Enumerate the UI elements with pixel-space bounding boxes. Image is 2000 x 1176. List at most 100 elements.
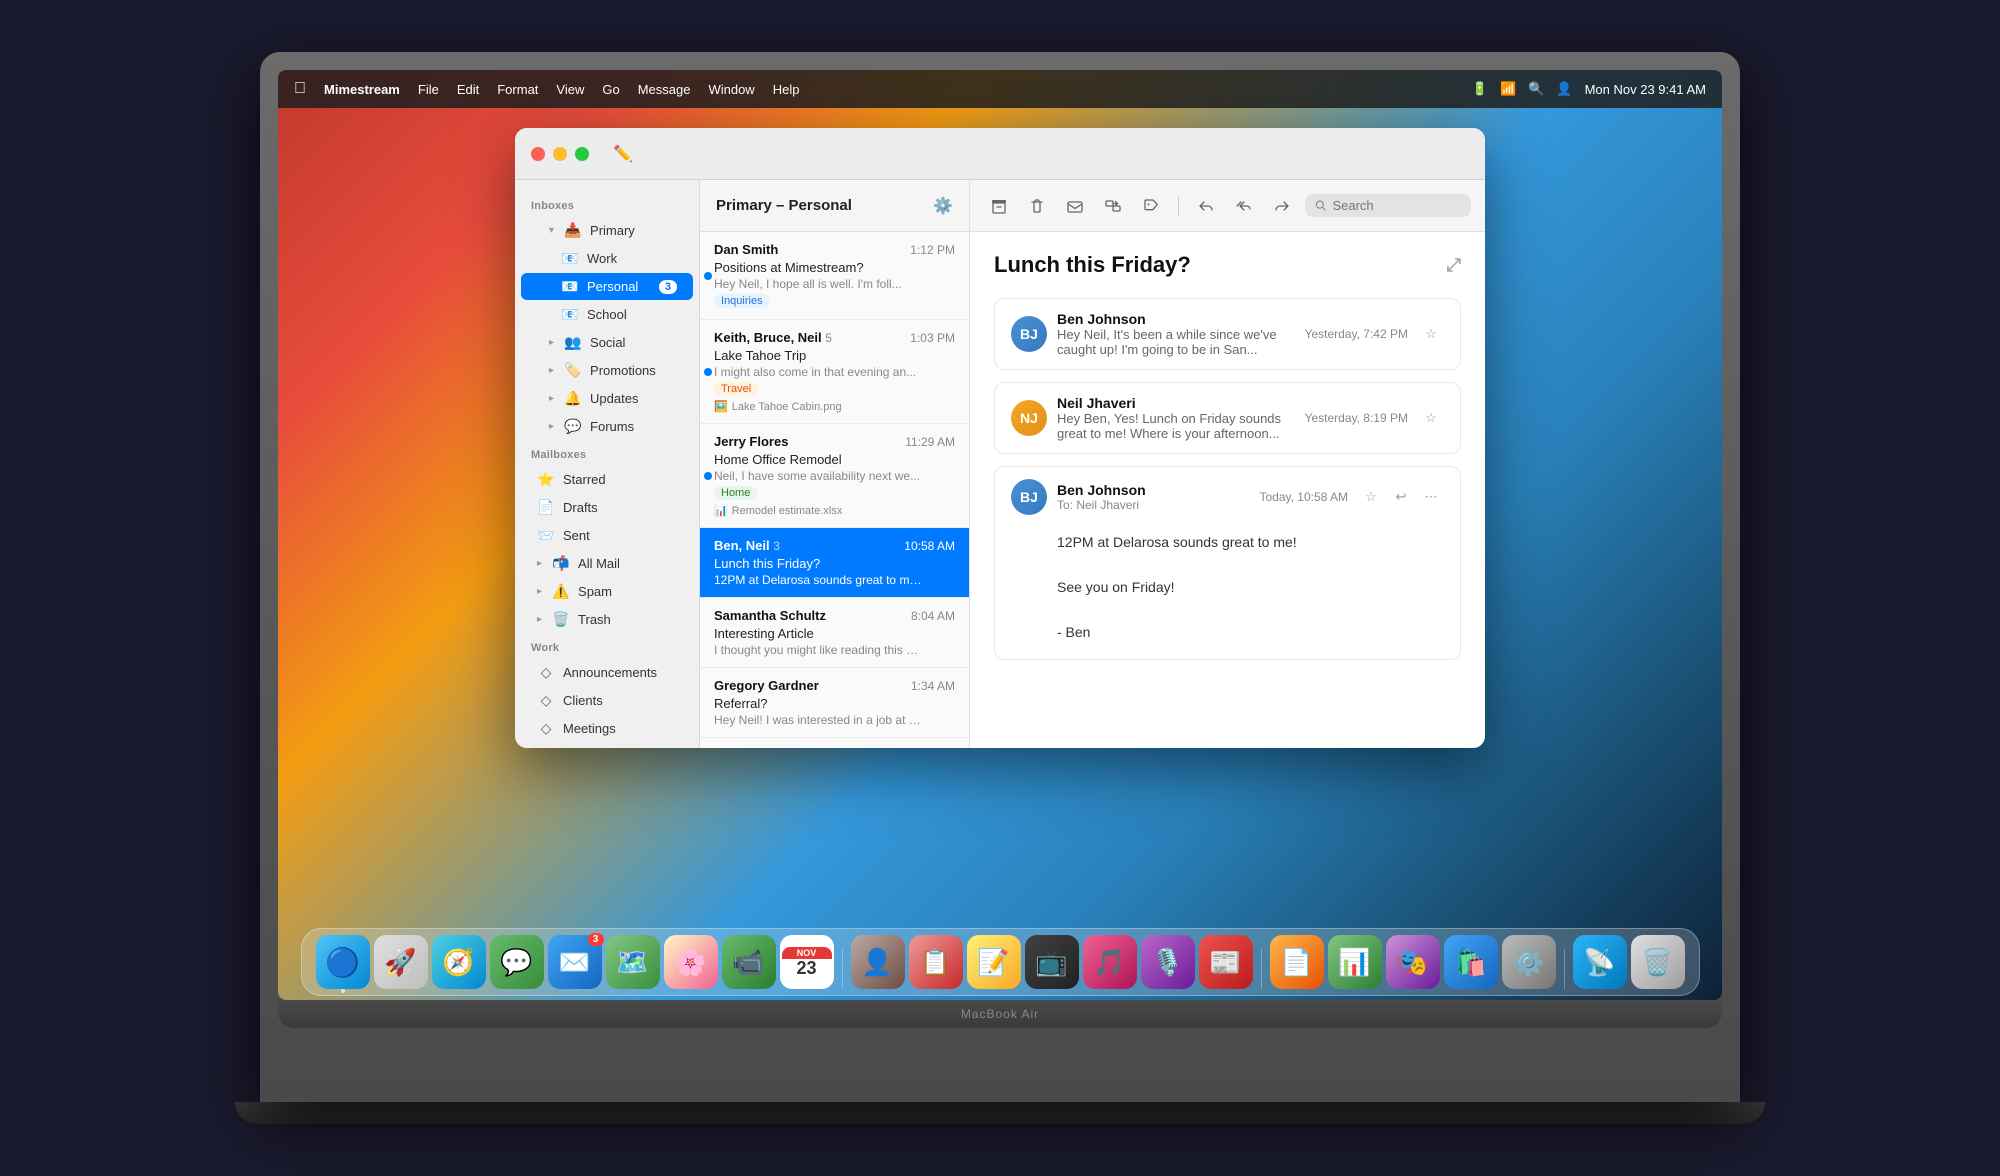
sidebar-item-promotions[interactable]: ▸ 🏷️ Promotions: [521, 357, 693, 384]
email-item-jerry-flores[interactable]: Jerry Flores 11:29 AM Home Office Remode…: [700, 424, 969, 528]
email-item-dan-smith[interactable]: Dan Smith 1:12 PM Positions at Mimestrea…: [700, 232, 969, 320]
dock-news[interactable]: 📰: [1199, 935, 1253, 989]
dock-safari[interactable]: 🧭: [432, 935, 486, 989]
sidebar-item-meetings[interactable]: ◇ Meetings: [521, 715, 693, 742]
sidebar-item-allmail[interactable]: ▸ 📬 All Mail: [521, 550, 693, 577]
thread-msg-body-2: 12PM at Delarosa sounds great to me! See…: [995, 527, 1460, 659]
sidebar-item-trash[interactable]: ▸ 🗑️ Trash: [521, 606, 693, 633]
star-btn-2[interactable]: ☆: [1358, 484, 1384, 510]
sidebar-item-primary[interactable]: ▾ 📥 Primary: [521, 217, 693, 244]
email-item-sara[interactable]: Sara Stewart Yesterday London hotel reco…: [700, 738, 969, 748]
label-button[interactable]: [1136, 191, 1166, 221]
dock-system-prefs[interactable]: ⚙️: [1502, 935, 1556, 989]
more-btn-2[interactable]: ⋯: [1418, 484, 1444, 510]
email-tag: Inquiries: [714, 294, 770, 308]
sidebar-item-personal[interactable]: 📧 Personal 3: [521, 273, 693, 300]
maximize-button[interactable]: [575, 147, 589, 161]
dock-launchpad[interactable]: 🚀: [374, 935, 428, 989]
menu-bar:  Mimestream File Edit Format View Go Me…: [278, 70, 1722, 108]
sidebar-item-updates[interactable]: ▸ 🔔 Updates: [521, 385, 693, 412]
sidebar-item-school[interactable]: 📧 School: [521, 301, 693, 328]
trash-icon: 🗑️: [552, 611, 570, 628]
forward-button[interactable]: [1267, 191, 1297, 221]
app-name-label[interactable]: Mimestream: [324, 82, 400, 97]
dock-maps[interactable]: 🗺️: [606, 935, 660, 989]
menu-edit[interactable]: Edit: [457, 82, 479, 97]
dock-trash[interactable]: 🗑️: [1631, 935, 1685, 989]
move-button[interactable]: [1098, 191, 1128, 221]
email-list-settings-icon[interactable]: ⚙️: [933, 196, 953, 216]
sidebar-item-work[interactable]: 📧 Work: [521, 245, 693, 272]
dock-numbers[interactable]: 📊: [1328, 935, 1382, 989]
sidebar-item-starred[interactable]: ⭐ Starred: [521, 466, 693, 493]
reply-button[interactable]: [1191, 191, 1221, 221]
archive-button[interactable]: [984, 191, 1014, 221]
email-item-samantha[interactable]: Samantha Schultz 8:04 AM Interesting Art…: [700, 598, 969, 668]
dock-separator-3: [1564, 949, 1565, 989]
search-icon[interactable]: 🔍: [1528, 81, 1544, 97]
reply-all-button[interactable]: [1229, 191, 1259, 221]
dock-mail[interactable]: ✉️ 3: [548, 935, 602, 989]
detail-expand-icon[interactable]: ⤢: [1447, 255, 1461, 276]
thread-msg-header-0[interactable]: BJ Ben Johnson Hey Neil, It's been a whi…: [995, 299, 1460, 369]
dock-tv[interactable]: 📺: [1025, 935, 1079, 989]
dock-messages[interactable]: 💬: [490, 935, 544, 989]
dock-calendar[interactable]: NOV 23: [780, 935, 834, 989]
thread-msg-actions-2: ☆ ↩ ⋯: [1358, 484, 1444, 510]
sidebar-item-projects[interactable]: ◇ Projects: [521, 743, 693, 748]
dock-photos[interactable]: 🌸: [664, 935, 718, 989]
compose-button[interactable]: ✏️: [607, 138, 639, 170]
sidebar-item-clients[interactable]: ◇ Clients: [521, 687, 693, 714]
thread-msg-header-2[interactable]: BJ Ben Johnson To: Neil Jhaveri Today, 1…: [995, 467, 1460, 527]
dock-notes[interactable]: 📝: [967, 935, 1021, 989]
detail-search[interactable]: [1305, 194, 1471, 217]
menu-window[interactable]: Window: [708, 82, 754, 97]
menu-go[interactable]: Go: [602, 82, 619, 97]
email-item-top: Gregory Gardner 1:34 AM: [714, 678, 955, 693]
email-item-ben-neil[interactable]: Ben, Neil 3 10:58 AM Lunch this Friday? …: [700, 528, 969, 598]
detail-search-input[interactable]: [1332, 198, 1461, 213]
dock-appstore[interactable]: 🛍️: [1444, 935, 1498, 989]
sidebar-item-spam[interactable]: ▸ ⚠️ Spam: [521, 578, 693, 605]
menu-message[interactable]: Message: [638, 82, 691, 97]
dock-podcasts[interactable]: 🎙️: [1141, 935, 1195, 989]
trash-button[interactable]: [1022, 191, 1052, 221]
star-btn-0[interactable]: ☆: [1418, 321, 1444, 347]
dock-finder[interactable]: 🔵: [316, 935, 370, 989]
email-item-keith-bruce-neil[interactable]: Keith, Bruce, Neil 5 1:03 PM Lake Tahoe …: [700, 320, 969, 424]
thread-msg-time-1: Yesterday, 8:19 PM: [1305, 411, 1408, 425]
mark-unread-button[interactable]: [1060, 191, 1090, 221]
user-icon[interactable]: 👤: [1556, 81, 1572, 97]
apple-logo-icon[interactable]: : [294, 80, 306, 98]
menu-format[interactable]: Format: [497, 82, 538, 97]
dock-pages[interactable]: 📄: [1270, 935, 1324, 989]
menu-file[interactable]: File: [418, 82, 439, 97]
sidebar-item-forums[interactable]: ▸ 💬 Forums: [521, 413, 693, 440]
dock-keynote[interactable]: 🎭: [1386, 935, 1440, 989]
minimize-button[interactable]: [553, 147, 567, 161]
dock-music[interactable]: 🎵: [1083, 935, 1137, 989]
sidebar-item-sent[interactable]: 📨 Sent: [521, 522, 693, 549]
dock-reminders[interactable]: 📋: [909, 935, 963, 989]
reply-btn-2[interactable]: ↩: [1388, 484, 1414, 510]
dock-dot: [341, 989, 345, 993]
menu-view[interactable]: View: [556, 82, 584, 97]
dock-contacts[interactable]: 👤: [851, 935, 905, 989]
star-btn-1[interactable]: ☆: [1418, 405, 1444, 431]
email-subject: Lake Tahoe Trip: [714, 348, 955, 363]
thread-msg-header-1[interactable]: NJ Neil Jhaveri Hey Ben, Yes! Lunch on F…: [995, 383, 1460, 453]
spam-label: Spam: [578, 584, 677, 599]
close-button[interactable]: [531, 147, 545, 161]
sent-label: Sent: [563, 528, 677, 543]
thread-msg-preview-0: Hey Neil, It's been a while since we've …: [1057, 327, 1295, 357]
menu-help[interactable]: Help: [773, 82, 800, 97]
sidebar-item-drafts[interactable]: 📄 Drafts: [521, 494, 693, 521]
dock-facetime[interactable]: 📹: [722, 935, 776, 989]
laptop-chin: [235, 1102, 1765, 1124]
email-item-gregory[interactable]: Gregory Gardner 1:34 AM Referral? Hey Ne…: [700, 668, 969, 738]
sidebar-item-social[interactable]: ▸ 👥 Social: [521, 329, 693, 356]
dock-airdrop[interactable]: 📡: [1573, 935, 1627, 989]
sidebar-item-announcements[interactable]: ◇ Announcements: [521, 659, 693, 686]
unread-dot: [704, 472, 712, 480]
social-label: Social: [590, 335, 677, 350]
